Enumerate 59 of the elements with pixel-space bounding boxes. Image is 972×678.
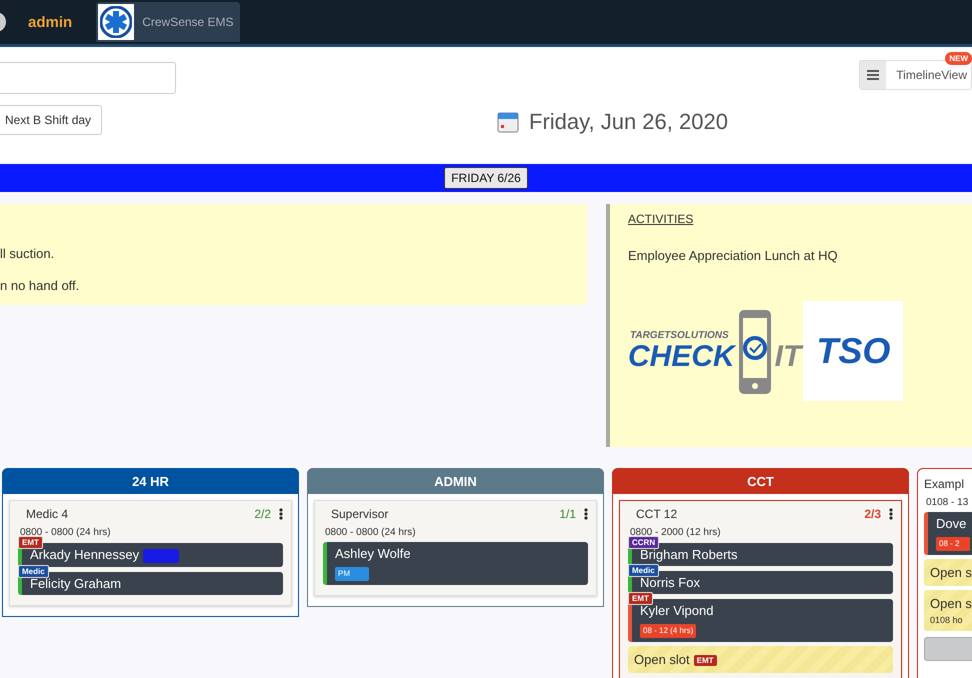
staffing-count: 2/2	[254, 507, 271, 521]
crew-name: Brigham Roberts	[640, 547, 738, 562]
open-slot-label: Open s	[930, 564, 972, 580]
current-date: Friday, Jun 26, 2020	[529, 109, 728, 135]
kebab-menu-icon[interactable]	[584, 508, 588, 520]
kebab-menu-icon[interactable]	[279, 508, 283, 520]
shift-time: 0108 - 13	[926, 497, 970, 508]
role-badge: Medic	[18, 564, 49, 578]
role-badge: Medic	[628, 564, 659, 577]
hours-tag: 08 - 2	[936, 536, 970, 551]
open-slot-label: Open s	[930, 596, 972, 611]
open-slot[interactable]: Open s 0108 ho	[924, 590, 972, 631]
shift-time: 0800 - 0800 (24 hrs)	[325, 527, 417, 538]
column-header: ADMIN	[307, 468, 604, 494]
role-badge: EMT	[628, 592, 653, 605]
crew-name: Arkady Hennessey	[30, 547, 140, 562]
role-badge: EMT	[18, 536, 43, 549]
open-slot[interactable]: Open s	[924, 558, 972, 586]
unit-name: Exampl	[924, 477, 966, 491]
calendar-icon	[497, 111, 519, 133]
hours-tag: PM	[335, 566, 369, 581]
next-shift-button[interactable]: Next B Shift day	[0, 105, 102, 135]
search-field[interactable]	[0, 62, 176, 94]
column-header: 24 HR	[2, 468, 299, 494]
open-slot-label: Open slot	[634, 652, 690, 667]
crew-name: Dove	[936, 516, 966, 531]
column-header: CCT	[612, 468, 909, 494]
activities-heading: ACTIVITIES	[628, 212, 694, 226]
role-badge: EMT	[694, 654, 717, 666]
hours-tag: 08 - 12 (4 hrs)	[640, 624, 696, 638]
crew-name: Kyler Vipond	[640, 603, 714, 618]
shift-time: 0800 - 2000 (12 hrs)	[630, 527, 722, 538]
crew-name: Felicity Graham	[30, 576, 122, 591]
checkit-logo: TARGETSOLUTIONS CHECK IT	[628, 306, 802, 396]
open-slot[interactable]: Open slot EMT	[628, 646, 893, 673]
slot-hours: 0108 ho	[930, 614, 964, 625]
activity-text: Employee Appreciation Lunch at HQ	[628, 248, 839, 263]
crew-name: Norris Fox	[640, 575, 700, 590]
kebab-menu-icon[interactable]	[889, 508, 893, 520]
note-text: n no hand off.	[0, 278, 80, 293]
unit-name: CCT 12	[636, 507, 678, 521]
shift-time: 0800 - 0800 (24 hrs)	[20, 527, 112, 538]
staffing-count: 1/1	[559, 507, 576, 521]
day-button[interactable]: FRIDAY 6/26	[444, 167, 528, 189]
crew-member-row[interactable]: Dove 08 - 2	[924, 512, 972, 555]
note-text: ll suction.	[0, 246, 56, 261]
timeline-view-toggle[interactable]: TimelineView	[859, 60, 972, 90]
new-badge: NEW	[945, 52, 972, 65]
unit-name: Supervisor	[331, 507, 390, 521]
role-badge: CCRN	[628, 536, 660, 549]
crew-member-row[interactable]: Ashley Wolfe PM	[323, 542, 588, 585]
star-of-life-icon	[98, 4, 134, 40]
menu-icon	[867, 70, 880, 80]
brand-logo[interactable]: admin	[28, 14, 72, 30]
agency-tab[interactable]: CrewSense EMS	[96, 2, 240, 42]
crew-name: Ashley Wolfe	[335, 546, 411, 561]
tso-logo: TSO	[803, 301, 904, 401]
unit-name: Medic 4	[26, 507, 70, 521]
staffing-count: 2/3	[864, 507, 881, 521]
